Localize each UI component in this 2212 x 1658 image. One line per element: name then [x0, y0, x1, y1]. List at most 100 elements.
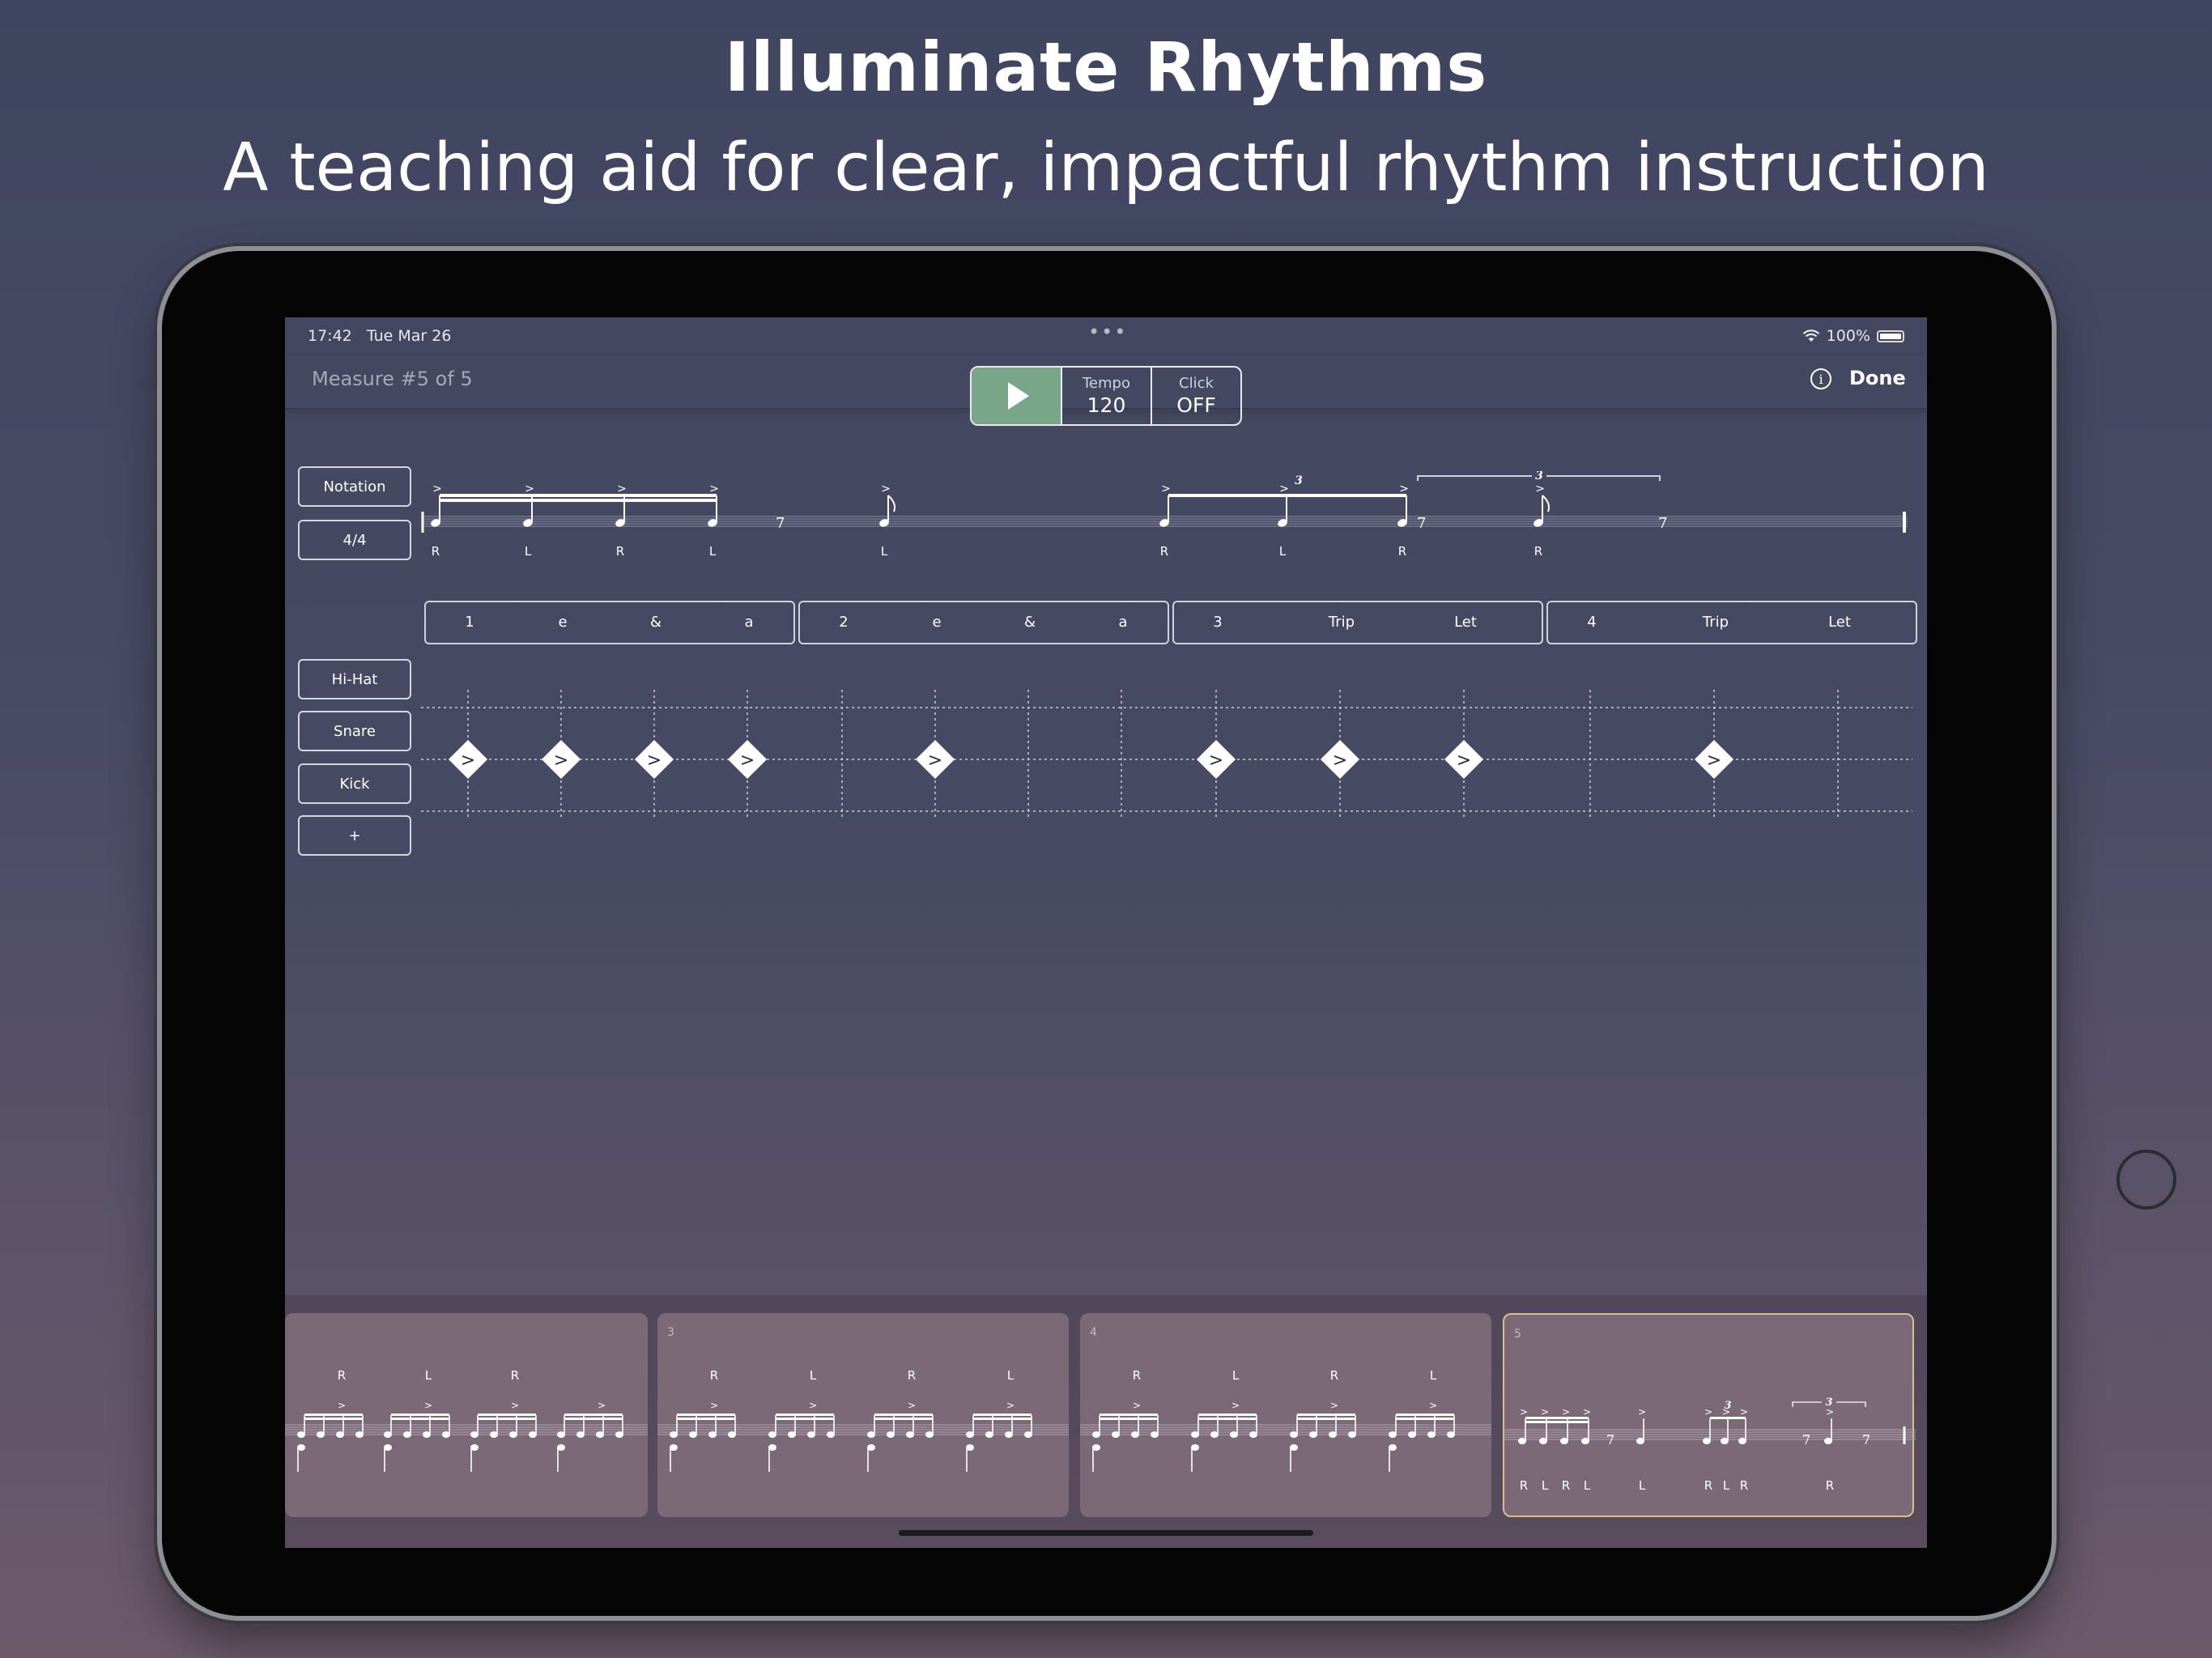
accent-mark: >	[1333, 750, 1347, 771]
sticking-label: L	[1542, 1478, 1549, 1493]
accent-mark: >	[1520, 1406, 1528, 1418]
accent-mark: >	[709, 483, 719, 495]
measure-thumbnail-4[interactable]: 5 > > > > > > > > >3 3 7 7 7 R L R L L R L R R	[1503, 1313, 1916, 1517]
beam	[564, 1414, 623, 1416]
home-button[interactable]	[2116, 1150, 2176, 1209]
measure-thumbnail-3[interactable]: 4 > > > > R L R L	[1080, 1313, 1491, 1517]
accent-mark: >	[1740, 1406, 1748, 1418]
accent-mark: >	[1161, 483, 1171, 495]
thumbnail-notation: > > > > > > > > >3 37 7 7R L R L L R L R R	[1504, 1397, 1916, 1493]
notation-button[interactable]: Notation	[298, 466, 411, 507]
marketing-subtitle: A teaching aid for clear, impactful rhyt…	[223, 130, 1989, 206]
measure-thumbnail-2[interactable]: 3 > > > > R L R L	[657, 1313, 1069, 1517]
beam	[440, 499, 717, 502]
marketing-title: Illuminate Rhythms	[724, 28, 1488, 107]
multitasking-dots-icon[interactable]: •••	[1088, 321, 1127, 343]
accent-mark: >	[1541, 1406, 1549, 1418]
snare-hit[interactable]: >	[1444, 739, 1484, 780]
snare-hit[interactable]: >	[915, 739, 955, 780]
note-flag	[1542, 495, 1551, 512]
subdivision-label: 1	[465, 614, 474, 631]
beam	[478, 1418, 536, 1420]
snare-hit[interactable]: >	[448, 739, 488, 780]
sticking-label: L	[1430, 1368, 1437, 1383]
snare-hit[interactable]: >	[1694, 739, 1734, 780]
beam	[1198, 1418, 1257, 1420]
status-date: Tue Mar 26	[366, 327, 452, 345]
eighth-rest: 7	[776, 515, 785, 532]
thumbnail-notation: > > > > R L R	[285, 1368, 648, 1472]
accent-mark: >	[598, 1400, 606, 1411]
click-label: Click	[1179, 375, 1214, 392]
sticking-label: L	[1232, 1368, 1240, 1383]
beat-box-2[interactable]: 2 e & a	[798, 601, 1169, 644]
status-right: 100%	[1802, 327, 1904, 345]
click-toggle[interactable]: Click OFF	[1151, 368, 1240, 424]
accent-mark: >	[1707, 750, 1721, 771]
subdivision-label: Trip	[1328, 614, 1355, 631]
beam	[1525, 1417, 1589, 1419]
sticking-label: R	[1740, 1478, 1748, 1493]
eighth-rest: 7	[1417, 515, 1426, 532]
tuplet-bracket	[1546, 475, 1661, 481]
thumbnail-notation: > > > > R L R L	[1080, 1368, 1491, 1472]
accent-mark: >	[908, 1400, 916, 1411]
subdivision-label: Trip	[1702, 614, 1729, 631]
status-time: 17:42 Tue Mar 26	[308, 327, 451, 345]
accent-mark: >	[1704, 1406, 1712, 1418]
snare-hit[interactable]: >	[541, 739, 581, 780]
snare-hit[interactable]: >	[1196, 739, 1236, 780]
sticking-label: R	[1160, 544, 1168, 559]
subdivision-label: e	[932, 614, 942, 631]
sticking-label: L	[810, 1368, 817, 1383]
sticking-label: L	[525, 544, 532, 559]
accent-mark: >	[1535, 483, 1545, 495]
accent-mark: >	[424, 1400, 432, 1411]
snare-hit[interactable]: >	[634, 739, 674, 780]
tuplet-bracket	[1792, 1401, 1822, 1407]
accent-mark: >	[740, 750, 755, 771]
sticking-label: R	[432, 544, 440, 559]
done-button[interactable]: Done	[1849, 367, 1906, 389]
beat-box-3[interactable]: 3 Trip Let	[1172, 601, 1543, 644]
accent-mark: >	[1638, 1406, 1646, 1418]
accent-mark: >	[1231, 1400, 1240, 1411]
measure-thumbnail-1[interactable]: > > > > R L R	[285, 1313, 648, 1517]
tuplet-number: 3	[1535, 471, 1543, 483]
beam	[874, 1414, 933, 1416]
play-icon	[1008, 382, 1029, 410]
accent-mark: >	[617, 483, 627, 495]
accent-mark: >	[1429, 1400, 1437, 1411]
accent-mark: >	[1457, 750, 1471, 771]
subdivision-label: &	[1023, 614, 1036, 631]
snare-hit[interactable]: >	[1320, 739, 1360, 780]
app-screen: 17:42 Tue Mar 26 ••• 100% Measure #5 of …	[285, 317, 1927, 1548]
sticking-label: R	[511, 1368, 519, 1383]
accent-mark: >	[1330, 1400, 1338, 1411]
status-time-text: 17:42	[308, 327, 352, 345]
play-button[interactable]	[972, 368, 1062, 424]
tempo-control[interactable]: Tempo 120	[1062, 368, 1151, 424]
snare-hit[interactable]: >	[727, 739, 768, 780]
transport-control: Tempo 120 Click OFF	[970, 366, 1242, 426]
beam	[1100, 1414, 1158, 1416]
add-instrument-button[interactable]: +	[298, 815, 411, 856]
info-icon[interactable]: i	[1810, 368, 1831, 389]
battery-percent: 100%	[1826, 327, 1870, 345]
beam	[1525, 1421, 1589, 1423]
beam	[564, 1418, 623, 1420]
home-indicator[interactable]	[899, 1530, 1313, 1536]
beam	[1198, 1414, 1257, 1416]
sticking-label: L	[1723, 1478, 1730, 1493]
subdivision-label: 2	[839, 614, 849, 631]
accent-mark: >	[511, 1400, 519, 1411]
beam	[776, 1414, 834, 1416]
accent-mark: >	[809, 1400, 817, 1411]
beam	[776, 1418, 834, 1420]
beat-box-1[interactable]: 1 e & a	[424, 601, 795, 644]
beat-box-4[interactable]: 4 Trip Let	[1546, 601, 1917, 644]
sticking-label: R	[1133, 1368, 1141, 1383]
beam	[1710, 1417, 1746, 1419]
eighth-rest: 7	[1802, 1432, 1810, 1448]
time-signature-button[interactable]: 4/4	[298, 520, 411, 560]
